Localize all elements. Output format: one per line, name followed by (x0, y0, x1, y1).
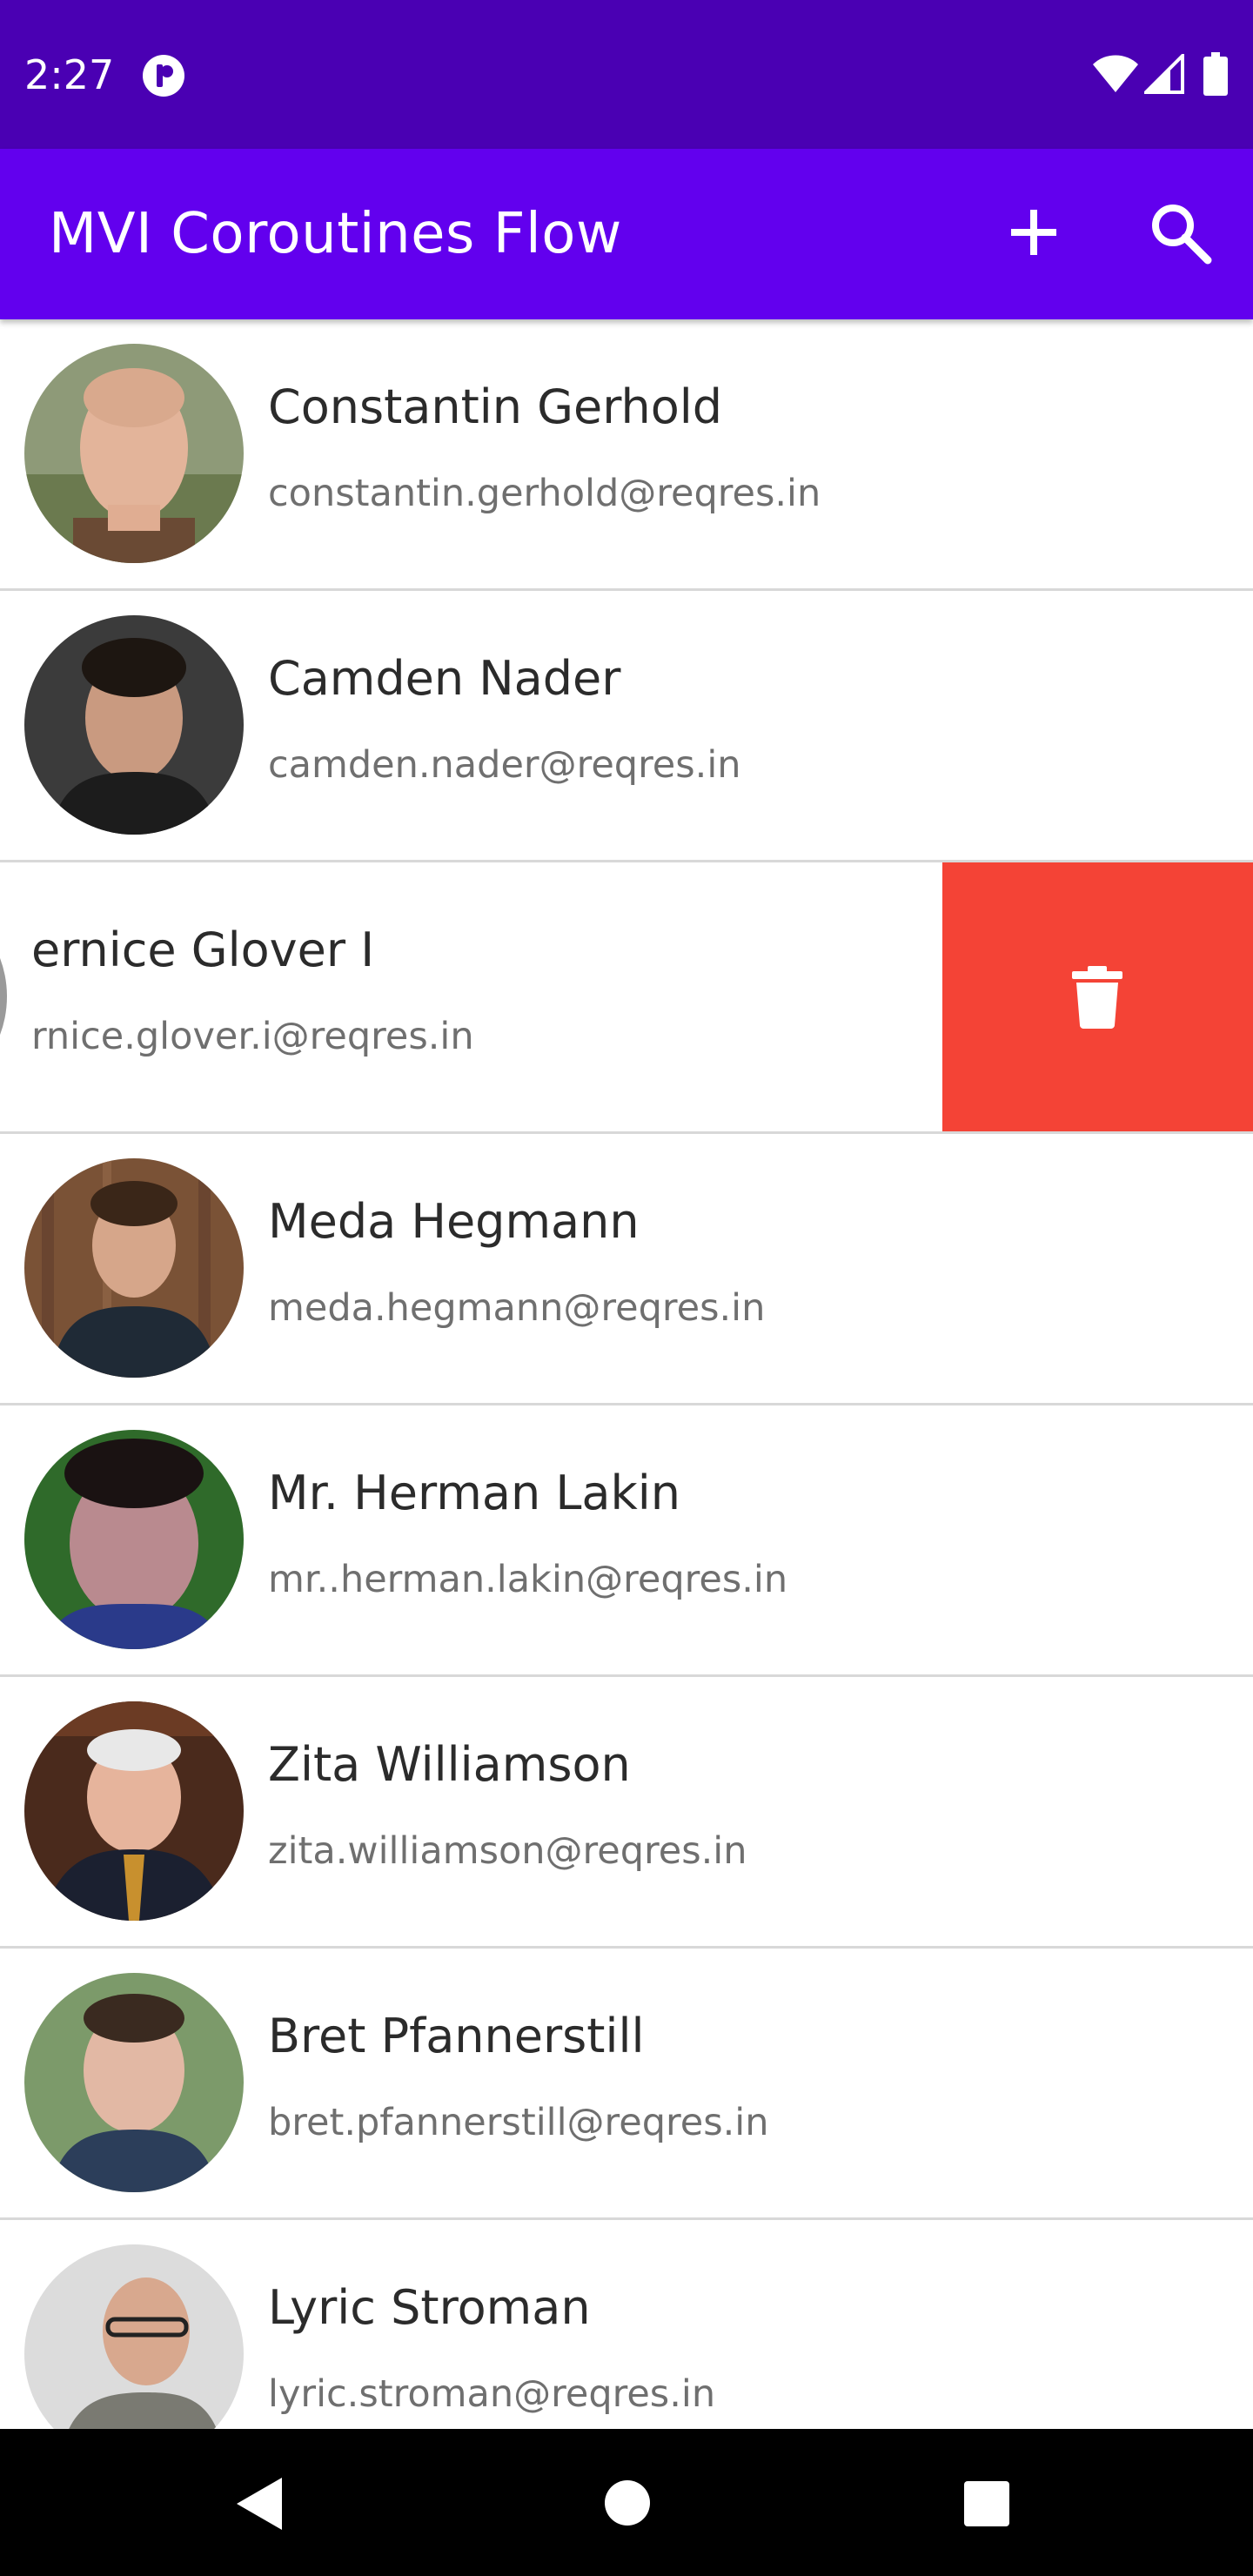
user-list-item[interactable]: Camden Nader camden.nader@reqres.in (0, 591, 1253, 862)
user-email: camden.nader@reqres.in (268, 743, 741, 787)
avatar (24, 344, 244, 563)
search-icon[interactable] (1147, 199, 1213, 265)
user-name: Constantin Gerhold (268, 379, 723, 434)
app-bar: MVI Coroutines Flow (0, 149, 1253, 319)
status-time: 2:27 (24, 51, 115, 98)
navigation-bar (0, 2429, 1253, 2576)
user-list[interactable]: Constantin Gerhold constantin.gerhold@re… (0, 319, 1253, 2429)
user-list-item-swiped[interactable]: ernice Glover I rnice.glover.i@reqres.in (0, 862, 1253, 1134)
wifi-icon (1093, 55, 1138, 92)
user-name: Bret Pfannerstill (268, 2009, 645, 2063)
back-icon[interactable] (233, 2476, 285, 2532)
user-name: Camden Nader (268, 651, 621, 706)
user-email: rnice.glover.i@reqres.in (31, 1015, 474, 1058)
status-bar: 2:27 (0, 0, 1253, 149)
avatar (24, 1430, 244, 1649)
user-list-item[interactable]: Meda Hegmann meda.hegmann@reqres.in (0, 1134, 1253, 1405)
user-name: Lyric Stroman (268, 2280, 591, 2335)
user-name: Zita Williamson (268, 1737, 631, 1792)
avatar (24, 1701, 244, 1921)
avatar (24, 2244, 244, 2429)
home-icon[interactable] (603, 2479, 652, 2527)
avatar (24, 1158, 244, 1378)
user-email: zita.williamson@reqres.in (268, 1829, 747, 1873)
add-icon[interactable] (1002, 201, 1065, 264)
user-name: Mr. Herman Lakin (268, 1466, 681, 1520)
user-list-item[interactable]: Lyric Stroman lyric.stroman@reqres.in (0, 2220, 1253, 2429)
avatar (0, 887, 7, 1106)
avatar (24, 1973, 244, 2192)
user-list-item[interactable]: Mr. Herman Lakin mr..herman.lakin@reqres… (0, 1405, 1253, 1677)
user-email: lyric.stroman@reqres.in (268, 2372, 716, 2416)
user-email: mr..herman.lakin@reqres.in (268, 1558, 788, 1601)
trash-icon (1072, 966, 1122, 1029)
delete-button[interactable] (942, 862, 1253, 1131)
user-name: ernice Glover I (31, 922, 375, 977)
user-list-item[interactable]: Zita Williamson zita.williamson@reqres.i… (0, 1677, 1253, 1949)
user-email: bret.pfannerstill@reqres.in (268, 2101, 769, 2144)
app-notification-icon (143, 55, 184, 97)
swiped-row-content[interactable]: ernice Glover I rnice.glover.i@reqres.in (0, 862, 1016, 1131)
cell-signal-icon (1144, 54, 1184, 94)
user-email: constantin.gerhold@reqres.in (268, 472, 821, 515)
recents-icon[interactable] (963, 2480, 1010, 2527)
app-title: MVI Coroutines Flow (49, 202, 622, 266)
user-email: meda.hegmann@reqres.in (268, 1286, 766, 1330)
user-list-item[interactable]: Constantin Gerhold constantin.gerhold@re… (0, 319, 1253, 591)
user-name: Meda Hegmann (268, 1194, 640, 1249)
user-list-item[interactable]: Bret Pfannerstill bret.pfannerstill@reqr… (0, 1949, 1253, 2220)
avatar (24, 615, 244, 835)
battery-icon (1203, 52, 1228, 96)
